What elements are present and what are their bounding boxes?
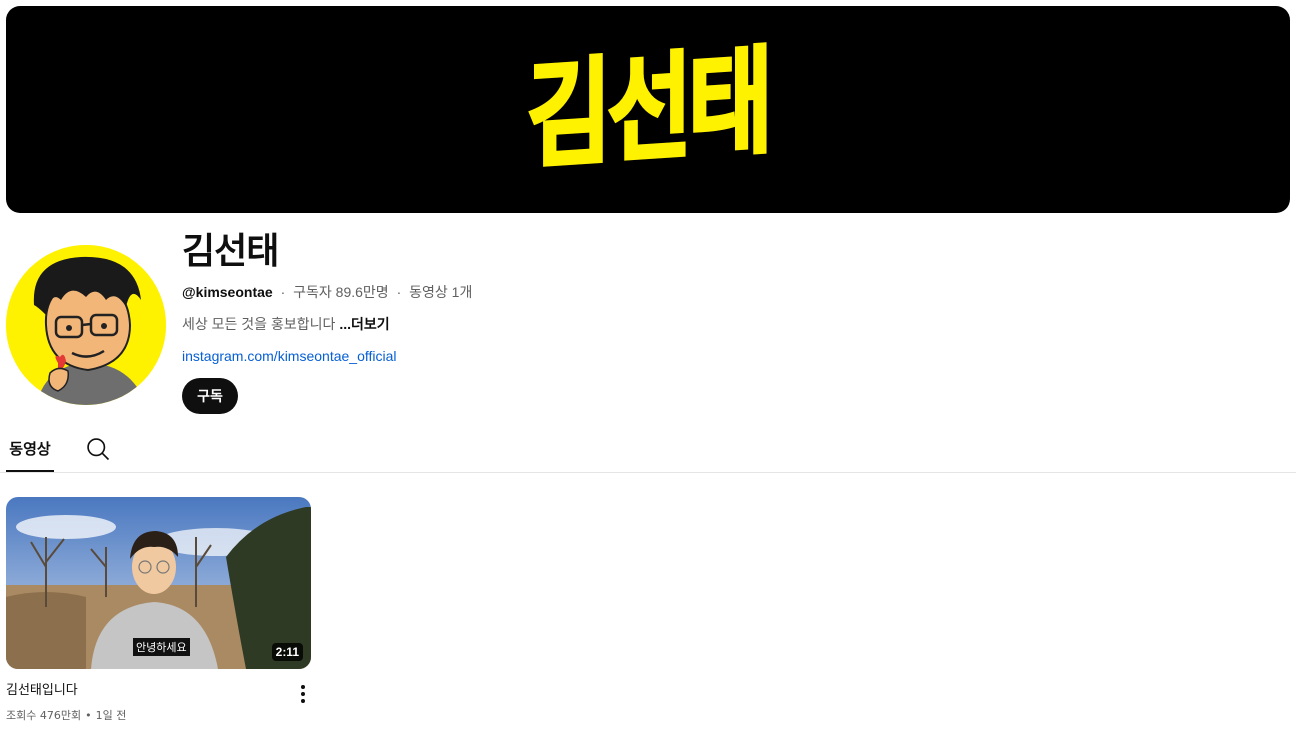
banner-title: 김선태 bbox=[525, 32, 770, 185]
channel-meta: @kimseontae · 구독자 89.6만명 · 동영상 1개 bbox=[182, 282, 472, 302]
meta-separator: · bbox=[280, 284, 286, 300]
video-count: 동영상 1개 bbox=[409, 284, 473, 300]
tab-videos[interactable]: 동영상 bbox=[6, 426, 54, 472]
channel-banner: 김선태 bbox=[6, 6, 1290, 213]
subscribe-button[interactable]: 구독 bbox=[182, 378, 238, 414]
channel-info: 김선태 @kimseontae · 구독자 89.6만명 · 동영상 1개 세상… bbox=[182, 228, 472, 414]
channel-tabs: 동영상 bbox=[0, 426, 1296, 473]
channel-name: 김선태 bbox=[182, 231, 279, 272]
channel-handle: @kimseontae bbox=[182, 284, 273, 300]
meta-separator: · bbox=[396, 284, 402, 300]
view-count: 조회수 476만회 bbox=[6, 709, 82, 722]
meta-separator: • bbox=[85, 709, 92, 722]
video-meta: 조회수 476만회 • 1일 전 bbox=[6, 707, 126, 725]
more-button[interactable]: ...더보기 bbox=[339, 316, 389, 332]
channel-avatar[interactable] bbox=[6, 245, 166, 405]
description-text: 세상 모든 것을 홍보합니다 bbox=[182, 316, 336, 332]
more-vert-icon[interactable] bbox=[292, 683, 314, 705]
subscriber-count: 구독자 89.6만명 bbox=[293, 284, 389, 300]
channel-link[interactable]: instagram.com/kimseontae_official bbox=[182, 346, 472, 366]
video-title[interactable]: 김선태입니다 bbox=[6, 681, 266, 701]
upload-age: 1일 전 bbox=[95, 709, 127, 722]
avatar-illustration bbox=[6, 245, 166, 405]
video-thumbnail[interactable]: 안녕하세요 2:11 bbox=[6, 497, 311, 669]
channel-page: 김선태 김선태 @kimseontae · 구독자 89.6만명 · 동영상 1… bbox=[0, 0, 1296, 734]
video-duration: 2:11 bbox=[271, 643, 303, 661]
channel-description: 세상 모든 것을 홍보합니다 ...더보기 bbox=[182, 314, 472, 334]
subtitle-caption: 안녕하세요 bbox=[133, 638, 190, 656]
search-icon[interactable] bbox=[84, 435, 112, 463]
